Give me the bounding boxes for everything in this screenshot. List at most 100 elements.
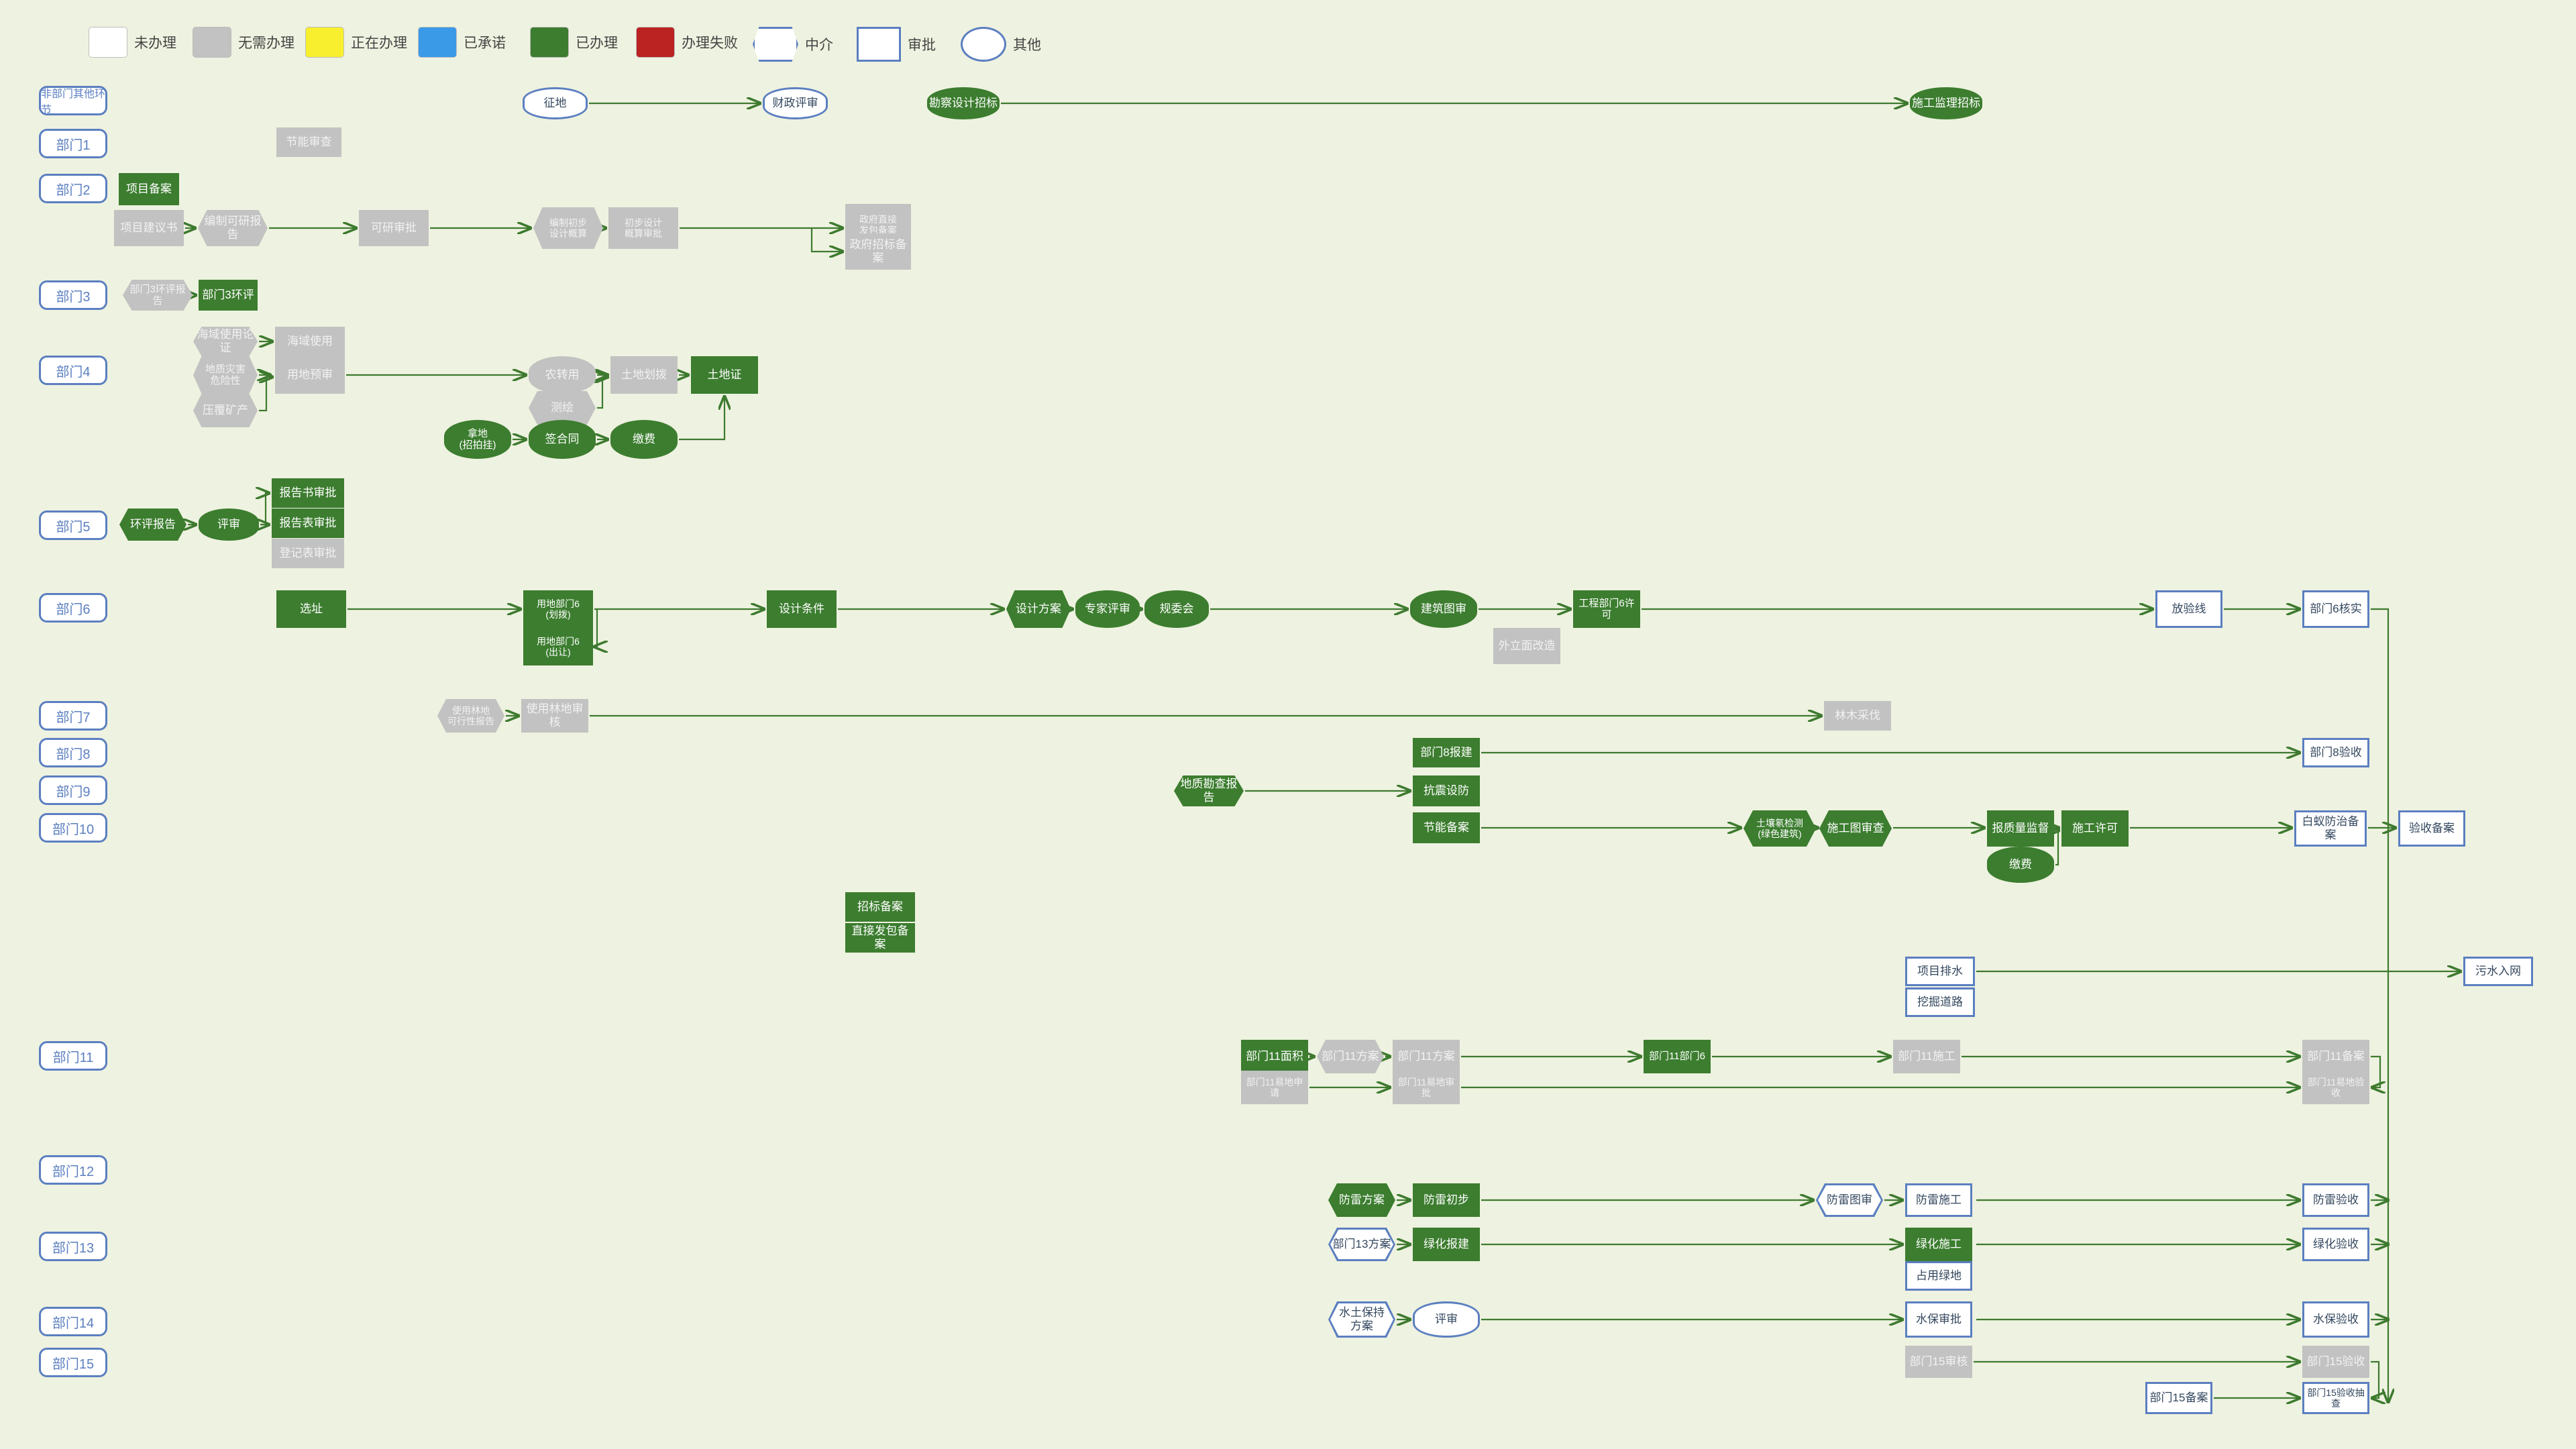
- flow-node[interactable]: 土地划拨: [610, 356, 678, 394]
- flow-node[interactable]: 部门8报建: [1413, 738, 1480, 767]
- flow-node[interactable]: 防雷施工: [1905, 1183, 1972, 1217]
- flow-node[interactable]: 白蚁防治备案: [2294, 810, 2367, 847]
- flow-node[interactable]: 绿化报建: [1413, 1228, 1480, 1261]
- flow-node[interactable]: 土地证: [691, 356, 758, 394]
- department-label-12[interactable]: 部门11: [39, 1041, 107, 1071]
- flow-node[interactable]: 林木采伐: [1824, 701, 1891, 731]
- flow-node[interactable]: 地质勘查报告: [1174, 775, 1244, 806]
- flow-node[interactable]: 招标备案: [845, 892, 915, 922]
- flow-node[interactable]: 部门6核实: [2302, 590, 2369, 628]
- flow-node[interactable]: 施工图审查: [1819, 810, 1892, 847]
- flow-node[interactable]: 部门15验收抽查: [2302, 1382, 2369, 1414]
- flow-node[interactable]: 施工许可: [2061, 810, 2129, 847]
- flow-node[interactable]: 部门11易地申请: [1241, 1071, 1308, 1104]
- flow-node[interactable]: 挖掘道路: [1905, 987, 1975, 1017]
- flow-node[interactable]: 报告表审批: [272, 508, 344, 538]
- department-label-15[interactable]: 部门14: [39, 1307, 107, 1336]
- flow-node[interactable]: 工程部门6许可: [1573, 590, 1640, 628]
- flow-node[interactable]: 防雷方案: [1328, 1183, 1395, 1217]
- flow-node[interactable]: 评审: [1413, 1301, 1480, 1338]
- flow-node[interactable]: 缴费: [1987, 847, 2054, 883]
- flow-node[interactable]: 拿地 (招拍挂): [444, 420, 511, 459]
- flow-node[interactable]: 部门15审核: [1905, 1346, 1972, 1378]
- department-label-14[interactable]: 部门13: [39, 1232, 107, 1261]
- flow-node[interactable]: 抗震设防: [1413, 775, 1480, 806]
- flow-node[interactable]: 签合同: [529, 420, 596, 459]
- department-label-4[interactable]: 部门3: [39, 280, 107, 310]
- flow-node[interactable]: 规委会: [1144, 590, 1209, 628]
- department-label-3[interactable]: 部门2: [39, 174, 107, 203]
- flow-node[interactable]: 用地预审: [275, 356, 345, 394]
- flow-node[interactable]: 土壤氡检测 (绿色建筑): [1743, 810, 1816, 847]
- flow-node[interactable]: 节能备案: [1413, 812, 1480, 843]
- flow-node[interactable]: 编制初步 设计概算: [533, 207, 603, 249]
- flow-node[interactable]: 设计条件: [767, 590, 837, 628]
- flow-node[interactable]: 海域使用论证: [193, 327, 258, 356]
- flow-node[interactable]: 水保审批: [1905, 1301, 1972, 1338]
- flow-node[interactable]: 可研审批: [359, 210, 429, 246]
- department-label-6[interactable]: 部门5: [39, 511, 107, 540]
- flow-node[interactable]: 部门11方案: [1393, 1040, 1460, 1073]
- flow-node[interactable]: 直接发包备案: [845, 923, 915, 953]
- flow-node[interactable]: 设计方案: [1006, 590, 1071, 628]
- flow-node[interactable]: 缴费: [610, 420, 678, 459]
- flow-node[interactable]: 使用林地审核: [521, 699, 588, 733]
- flow-node[interactable]: 建筑图审: [1410, 590, 1477, 628]
- flow-node[interactable]: 水土保持 方案: [1328, 1301, 1395, 1338]
- flow-node[interactable]: 绿化验收: [2302, 1228, 2369, 1261]
- flow-node[interactable]: 地质灾害 危险性: [193, 356, 258, 394]
- flow-node[interactable]: 用地部门6 (出让): [523, 628, 593, 665]
- flow-node[interactable]: 防雷初步: [1413, 1183, 1480, 1217]
- flow-node[interactable]: 部门11部门6: [1644, 1040, 1711, 1073]
- flow-node[interactable]: 财政评审: [763, 87, 828, 119]
- department-label-2[interactable]: 部门1: [39, 129, 107, 158]
- flow-node[interactable]: 部门11易地验收: [2302, 1071, 2369, 1104]
- flow-node[interactable]: 节能审查: [276, 127, 341, 157]
- flow-node[interactable]: 压覆矿产: [193, 394, 258, 427]
- flow-node[interactable]: 防雷图审: [1816, 1183, 1883, 1217]
- flow-node[interactable]: 征地: [523, 87, 588, 119]
- flow-node[interactable]: 初步设计 概算审批: [608, 207, 678, 249]
- flow-node[interactable]: 部门11备案: [2302, 1040, 2369, 1073]
- department-label-16[interactable]: 部门15: [39, 1348, 107, 1377]
- flow-node[interactable]: 验收备案: [2398, 810, 2465, 847]
- flow-node[interactable]: 报质量监督: [1987, 810, 2054, 847]
- flow-node[interactable]: 部门15备案: [2145, 1382, 2212, 1414]
- flow-node[interactable]: 评审: [199, 508, 259, 541]
- department-label-9[interactable]: 部门8: [39, 738, 107, 767]
- flow-node[interactable]: 外立面改造: [1493, 628, 1560, 664]
- flow-node[interactable]: 农转用: [529, 356, 596, 394]
- flow-node[interactable]: 使用林地 可行性报告: [437, 699, 504, 733]
- flow-node[interactable]: 项目备案: [119, 173, 179, 205]
- flow-node[interactable]: 政府招标备案: [845, 233, 911, 270]
- flow-node[interactable]: 部门15验收: [2302, 1346, 2369, 1378]
- flow-node[interactable]: 环评报告: [119, 508, 186, 541]
- flow-node[interactable]: 部门3环评: [199, 280, 258, 311]
- flow-node[interactable]: 放验线: [2155, 590, 2222, 628]
- department-label-1[interactable]: 非部门其他环节: [39, 86, 107, 116]
- department-label-5[interactable]: 部门4: [39, 356, 107, 385]
- flow-node[interactable]: 用地部门6 (划拨): [523, 590, 593, 628]
- flow-node[interactable]: 部门11方案: [1317, 1040, 1384, 1073]
- flow-node[interactable]: 部门11易地审批: [1393, 1071, 1460, 1104]
- flow-node[interactable]: 编制可研报告: [198, 210, 268, 246]
- flow-node[interactable]: 勘察设计招标: [927, 87, 1000, 119]
- flow-node[interactable]: 项目建议书: [114, 210, 184, 246]
- department-label-8[interactable]: 部门7: [39, 701, 107, 731]
- department-label-10[interactable]: 部门9: [39, 775, 107, 805]
- flow-node[interactable]: 施工监理招标: [1910, 87, 1982, 119]
- flow-node[interactable]: 防雷验收: [2302, 1183, 2369, 1217]
- flow-node[interactable]: 绿化施工: [1905, 1228, 1972, 1261]
- flow-node[interactable]: 占用绿地: [1905, 1261, 1972, 1291]
- flow-node[interactable]: 部门8验收: [2302, 738, 2369, 767]
- department-label-11[interactable]: 部门10: [39, 813, 107, 843]
- flow-node[interactable]: 部门11面积: [1241, 1040, 1308, 1073]
- department-label-7[interactable]: 部门6: [39, 593, 107, 623]
- flow-node[interactable]: 部门11施工: [1893, 1040, 1960, 1073]
- flow-node[interactable]: 选址: [276, 590, 346, 628]
- flow-node[interactable]: 污水入网: [2463, 957, 2533, 986]
- flow-node[interactable]: 水保验收: [2302, 1301, 2369, 1338]
- department-label-13[interactable]: 部门12: [39, 1155, 107, 1185]
- flow-node[interactable]: 部门3环评报告: [123, 280, 193, 311]
- flow-node[interactable]: 登记表审批: [272, 539, 344, 568]
